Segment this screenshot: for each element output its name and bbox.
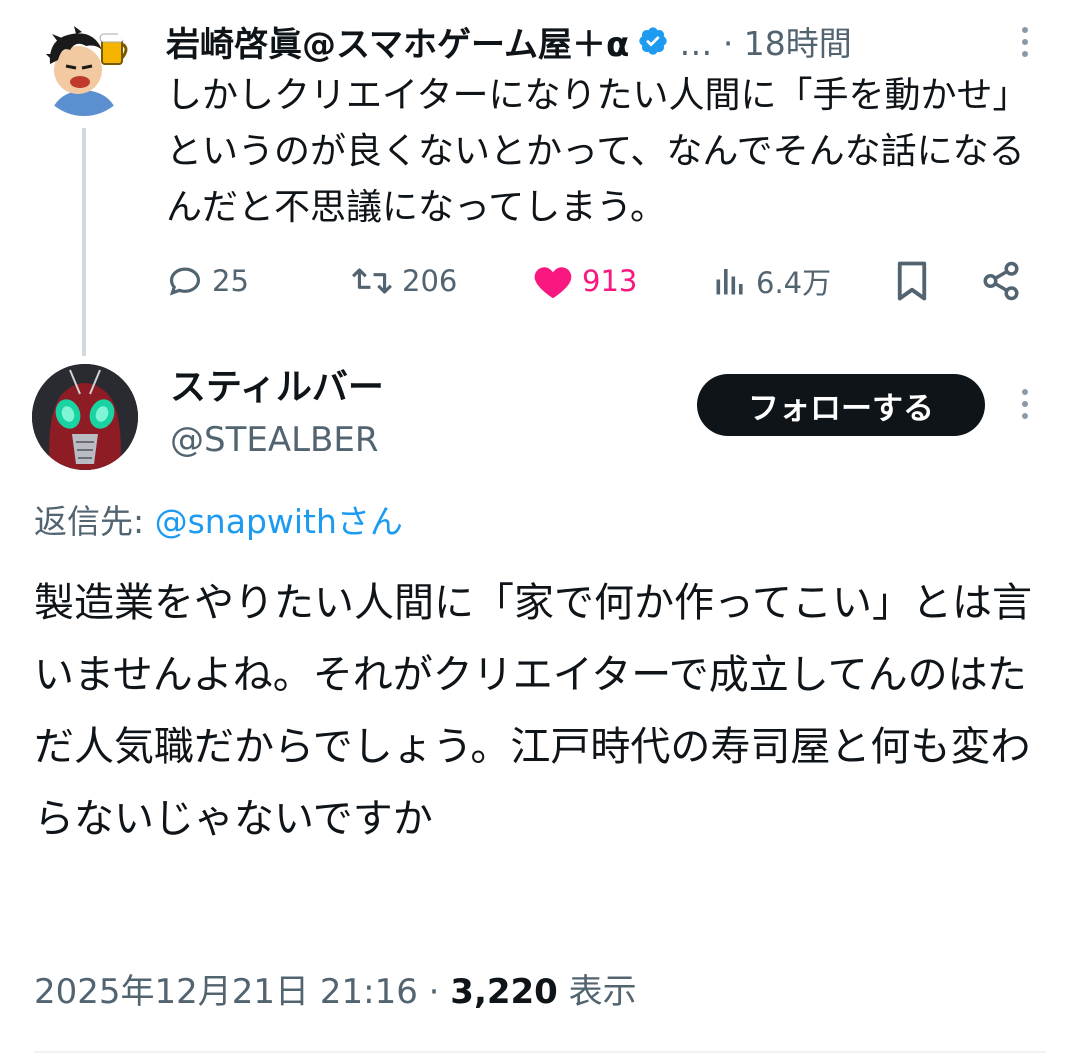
parent-tweet-actions: 25 206 913 6.4万 [166, 255, 1046, 307]
reply-button[interactable]: 25 [166, 255, 249, 307]
reply-to-label: 返信先: [34, 502, 155, 541]
reply-views-count: 3,220 [450, 972, 558, 1012]
parent-more-options-icon[interactable] [1010, 22, 1040, 62]
reply-icon [169, 267, 201, 296]
reply-count: 25 [212, 264, 249, 298]
reply-author-handle[interactable]: @STEALBER [170, 412, 378, 468]
reply-timestamp[interactable]: 2025年12月21日 21:16 · [34, 972, 450, 1012]
parent-author-avatar[interactable] [36, 20, 132, 116]
heart-icon [534, 267, 572, 299]
reply-author-name[interactable]: スティルバー [170, 356, 384, 420]
masked-rider-avatar-icon [32, 364, 138, 470]
reply-more-options-icon[interactable] [1010, 384, 1040, 424]
reply-views-label: 表示 [557, 972, 637, 1012]
like-button[interactable]: 913 [532, 255, 637, 307]
parent-tweet-meta: … · 18時間 [679, 24, 852, 63]
thread-connector-line [82, 128, 86, 356]
repost-button[interactable]: 206 [350, 255, 457, 307]
repost-icon [352, 268, 392, 294]
like-count: 913 [582, 264, 638, 298]
bookmark-button[interactable] [894, 255, 930, 307]
views-button[interactable]: 6.4万 [712, 255, 831, 307]
reply-tweet-footer: 2025年12月21日 21:16 · 3,220 表示 [34, 962, 637, 1022]
repost-count: 206 [402, 264, 458, 298]
parent-author-name[interactable]: 岩崎啓眞@スマホゲーム屋＋α [166, 17, 629, 66]
tweet-thread: 岩崎啓眞@スマホゲーム屋＋α … · 18時間 しかしクリエイターになりたい人間… [0, 0, 1080, 1057]
parent-tweet-header: 岩崎啓眞@スマホゲーム屋＋α … · 18時間 [166, 14, 852, 68]
parent-tweet-text: しかしクリエイターになりたい人間に「手を動かせ」というのが良くないとかって、なん… [166, 75, 1029, 228]
reply-tweet-text: 製造業をやりたい人間に「家で何か作ってこい」とは言いませんよね。それがクリエイタ… [34, 580, 1032, 842]
views-icon [716, 269, 743, 295]
cartoon-avatar-icon [36, 20, 132, 116]
reply-to-mention-link[interactable]: @snapwithさん [155, 502, 403, 541]
share-button[interactable] [980, 255, 1022, 307]
share-icon [983, 261, 1019, 301]
follow-button[interactable]: フォローする [697, 374, 985, 436]
views-count: 6.4万 [756, 266, 832, 300]
verified-badge-icon [637, 25, 669, 57]
bottom-divider [34, 1051, 1046, 1053]
bookmark-icon [897, 261, 927, 301]
reply-to-line: 返信先: @snapwithさん [34, 494, 403, 550]
reply-author-avatar[interactable] [32, 364, 138, 470]
